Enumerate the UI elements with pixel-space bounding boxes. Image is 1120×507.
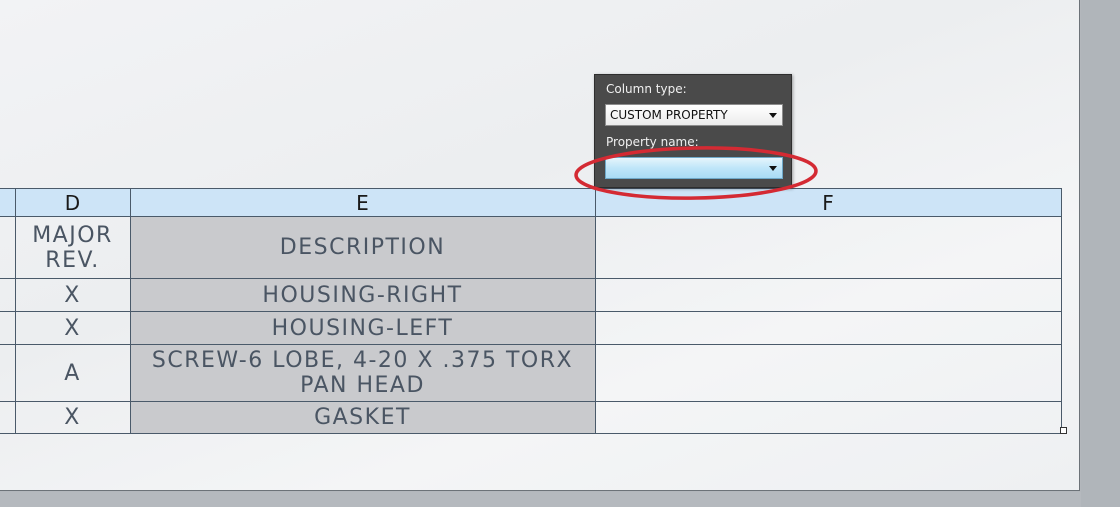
major-rev-cell[interactable]: X <box>14 278 131 312</box>
chevron-down-icon[interactable] <box>769 113 777 118</box>
column-header-f[interactable]: F <box>594 188 1062 217</box>
description-header-cell[interactable]: DESCRIPTION <box>129 216 596 279</box>
column-type-value: CUSTOM PROPERTY <box>610 108 728 122</box>
new-column-cell[interactable] <box>594 344 1062 402</box>
column-header-c[interactable] <box>0 188 16 217</box>
table-cell[interactable] <box>0 401 16 434</box>
sheet-background-margin-bottom <box>0 492 1081 507</box>
description-cell[interactable]: SCREW-6 LOBE, 4-20 X .375 TORX PAN HEAD <box>129 344 596 402</box>
column-header-e[interactable]: E <box>129 188 596 217</box>
bill-of-materials-table[interactable]: D E F MAJOR REV. DESCRIPTION X HOUSING-R… <box>0 188 1062 434</box>
new-column-cell[interactable] <box>594 278 1062 312</box>
new-column-header-cell[interactable] <box>594 216 1062 279</box>
column-type-dropdown[interactable]: CUSTOM PROPERTY <box>605 104 783 126</box>
new-column-cell[interactable] <box>594 401 1062 434</box>
column-header-d[interactable]: D <box>14 188 131 217</box>
table-cell[interactable] <box>0 311 16 345</box>
sheet-background-margin-right <box>1081 0 1120 507</box>
table-row: A SCREW-6 LOBE, 4-20 X .375 TORX PAN HEA… <box>0 344 1062 402</box>
description-line1: SCREW-6 LOBE, 4-20 X .375 TORX <box>151 348 574 373</box>
table-row: X HOUSING-RIGHT <box>0 278 1062 312</box>
major-rev-header-line2: REV. <box>45 247 100 273</box>
table-cell[interactable] <box>0 216 16 279</box>
column-property-popup: Column type: CUSTOM PROPERTY Property na… <box>594 74 792 188</box>
major-rev-cell[interactable]: X <box>14 401 131 434</box>
new-column-cell[interactable] <box>594 311 1062 345</box>
property-name-dropdown[interactable] <box>605 157 783 179</box>
major-rev-header-line1: MAJOR <box>32 222 113 248</box>
major-rev-cell[interactable]: X <box>14 311 131 345</box>
description-cell[interactable]: HOUSING-LEFT <box>129 311 596 345</box>
chevron-down-icon[interactable] <box>769 166 777 171</box>
column-header-row: D E F <box>0 188 1062 217</box>
description-cell[interactable]: HOUSING-RIGHT <box>129 278 596 312</box>
property-name-label: Property name: <box>606 135 699 149</box>
table-row: X GASKET <box>0 401 1062 434</box>
major-rev-header-cell[interactable]: MAJOR REV. <box>14 216 131 279</box>
table-cell[interactable] <box>0 344 16 402</box>
major-rev-cell[interactable]: A <box>14 344 131 402</box>
column-type-label: Column type: <box>606 82 687 96</box>
table-row: X HOUSING-LEFT <box>0 311 1062 345</box>
description-line2: PAN HEAD <box>300 373 425 398</box>
table-cell[interactable] <box>0 278 16 312</box>
description-cell[interactable]: GASKET <box>129 401 596 434</box>
table-resize-handle[interactable] <box>1060 427 1067 434</box>
table-title-row: MAJOR REV. DESCRIPTION <box>0 216 1062 279</box>
